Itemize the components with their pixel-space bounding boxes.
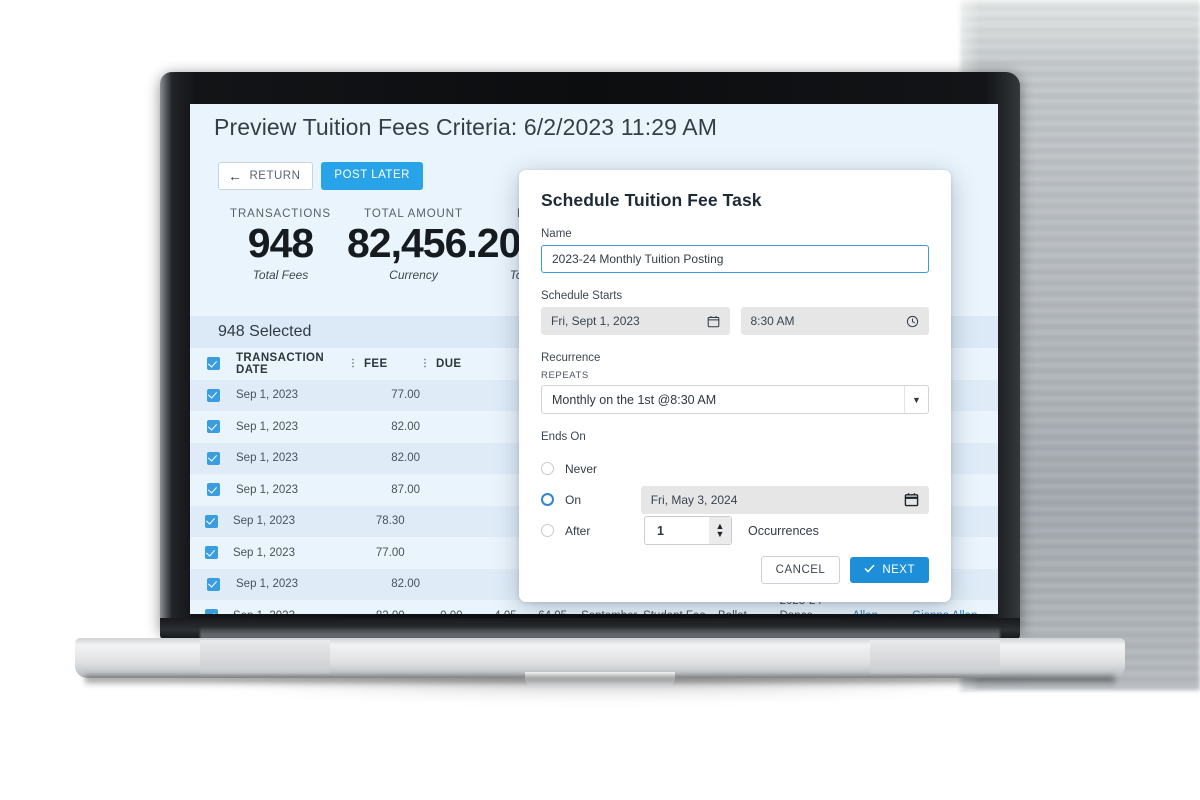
cell-fee: 82.00 bbox=[391, 452, 420, 465]
ends-on-never-option[interactable]: Never bbox=[541, 453, 929, 484]
cell-transaction-date: Sep 1, 2023 bbox=[233, 610, 338, 614]
row-checkbox[interactable] bbox=[190, 451, 236, 465]
name-input[interactable] bbox=[541, 245, 929, 273]
on-label: On bbox=[565, 492, 582, 507]
start-date-field[interactable]: Fri, Sept 1, 2023 bbox=[541, 307, 730, 335]
column-header-fee[interactable]: FEE bbox=[358, 358, 420, 370]
stepper-arrows[interactable]: ▲ ▼ bbox=[709, 517, 731, 544]
radio-never[interactable] bbox=[541, 462, 554, 475]
stat-label: TOTAL AMOUNT bbox=[364, 208, 463, 220]
return-button[interactable]: ← RETURN bbox=[218, 162, 314, 190]
page-title: Preview Tuition Fees Criteria: 6/2/2023 … bbox=[214, 114, 717, 140]
schedule-starts-row: Fri, Sept 1, 2023 8:30 AM bbox=[541, 307, 929, 335]
laptop-base-right bbox=[870, 640, 1000, 674]
cell-student[interactable]: Gianna Allen bbox=[912, 610, 998, 614]
repeats-select[interactable]: Monthly on the 1st @8:30 AM ▼ bbox=[541, 385, 929, 414]
laptop-base-shadow bbox=[85, 676, 1115, 686]
row-checkbox[interactable] bbox=[190, 546, 233, 560]
cell-adjustment: 4.05 bbox=[463, 610, 516, 614]
radio-on[interactable] bbox=[541, 493, 554, 506]
cancel-button[interactable]: CANCEL bbox=[760, 556, 841, 584]
post-later-button[interactable]: POST LATER bbox=[321, 162, 423, 190]
after-label: After bbox=[565, 523, 591, 538]
column-menu-icon[interactable]: ⋮ bbox=[420, 358, 430, 369]
column-menu-icon[interactable]: ⋮ bbox=[348, 358, 358, 369]
cell-transaction-date: Sep 1, 2023 bbox=[232, 515, 295, 528]
ends-on-date-option[interactable]: On Fri, May 3, 2024 bbox=[541, 484, 929, 515]
stat-value: 948 bbox=[247, 220, 314, 266]
dialog-actions: CANCEL NEXT bbox=[760, 556, 929, 584]
end-date-value: Fri, May 3, 2024 bbox=[650, 492, 738, 507]
occurrences-value: 1 bbox=[657, 523, 664, 538]
row-checkbox[interactable] bbox=[190, 577, 236, 591]
stat-transactions: TRANSACTIONS 948 Total Fees bbox=[214, 208, 347, 282]
stat-value: 82,456.20 bbox=[347, 220, 521, 266]
cell-fee: 82.00 bbox=[391, 578, 420, 591]
laptop-screen: Preview Tuition Fees Criteria: 6/2/2023 … bbox=[190, 104, 998, 614]
clock-icon[interactable] bbox=[906, 315, 919, 328]
cell-transaction-date: Sep 1, 2023 bbox=[236, 483, 299, 496]
cell-transaction-date: Sep 1, 2023 bbox=[236, 389, 299, 402]
schedule-tuition-fee-task-dialog: Schedule Tuition Fee Task Name Schedule … bbox=[519, 170, 951, 602]
cell-fee: 87.00 bbox=[391, 483, 420, 496]
radio-after[interactable] bbox=[541, 524, 554, 537]
cell-transaction-date: Sep 1, 2023 bbox=[236, 420, 299, 433]
cell-description: September, Student Fee bbox=[567, 610, 708, 614]
column-header-due[interactable]: DUE bbox=[430, 358, 492, 370]
ends-on-options: Never On Fri, May 3, 2024 After 1 ▲ ▼ Oc… bbox=[541, 453, 929, 546]
next-button[interactable]: NEXT bbox=[850, 557, 929, 583]
cell-fee: 77.00 bbox=[375, 546, 405, 559]
cell-transaction-date: Sep 1, 2023 bbox=[236, 452, 299, 465]
start-time-value: 8:30 AM bbox=[750, 314, 795, 328]
table-row[interactable]: Sep 1, 2023 82.00 0.00 4.05 64.05 Septem… bbox=[190, 595, 998, 614]
toolbar: ← RETURN POST LATER bbox=[218, 162, 423, 190]
caret-down-icon[interactable]: ▼ bbox=[716, 529, 725, 538]
screenshot-root: Preview Tuition Fees Criteria: 6/2/2023 … bbox=[0, 0, 1200, 800]
cell-total: 64.05 bbox=[517, 610, 567, 614]
check-icon bbox=[864, 564, 875, 576]
repeats-label: REPEATS bbox=[541, 370, 589, 381]
row-checkbox[interactable] bbox=[190, 483, 236, 497]
cell-due: 0.00 bbox=[405, 610, 462, 614]
select-all-checkbox[interactable] bbox=[190, 357, 236, 371]
cell-family[interactable]: Allen bbox=[852, 610, 912, 614]
name-label: Name bbox=[541, 228, 572, 240]
next-button-label: NEXT bbox=[882, 564, 915, 576]
occurrences-stepper[interactable]: 1 ▲ ▼ bbox=[644, 516, 732, 545]
start-date-value: Fri, Sept 1, 2023 bbox=[551, 314, 640, 328]
stat-total-amount: TOTAL AMOUNT 82,456.20 Currency bbox=[347, 208, 521, 283]
cell-transaction-date: Sep 1, 2023 bbox=[236, 578, 299, 591]
arrow-left-icon: ← bbox=[228, 168, 243, 184]
stat-label: TRANSACTIONS bbox=[230, 208, 331, 220]
row-checkbox[interactable] bbox=[190, 388, 236, 402]
row-checkbox[interactable] bbox=[190, 514, 233, 528]
dialog-title: Schedule Tuition Fee Task bbox=[541, 190, 762, 210]
stat-sublabel: Total Fees bbox=[252, 268, 309, 283]
start-time-field[interactable]: 8:30 AM bbox=[740, 307, 929, 335]
stat-sublabel: Currency bbox=[389, 268, 438, 283]
cell-fee: 82.00 bbox=[347, 610, 405, 614]
laptop-lid-edge bbox=[160, 72, 172, 632]
end-date-field[interactable]: Fri, May 3, 2024 bbox=[640, 485, 929, 514]
never-label: Never bbox=[565, 461, 598, 476]
cell-fee: 78.30 bbox=[375, 515, 405, 528]
recurrence-label: Recurrence bbox=[541, 352, 601, 364]
calendar-icon[interactable] bbox=[707, 315, 720, 328]
schedule-starts-label: Schedule Starts bbox=[541, 290, 623, 302]
return-button-label: RETURN bbox=[249, 170, 301, 182]
occurrences-label: Occurrences bbox=[748, 523, 819, 538]
cell-fee: 77.00 bbox=[391, 389, 420, 402]
row-checkbox[interactable] bbox=[190, 420, 236, 434]
laptop-base-left bbox=[200, 640, 330, 674]
row-checkbox[interactable] bbox=[190, 609, 233, 614]
column-header-transaction-date[interactable]: TRANSACTION DATE bbox=[236, 352, 348, 376]
cell-fee: 82.00 bbox=[391, 420, 420, 433]
ends-on-after-option[interactable]: After 1 ▲ ▼ Occurrences bbox=[541, 515, 929, 546]
calendar-icon[interactable] bbox=[904, 492, 919, 507]
cell-transaction-date: Sep 1, 2023 bbox=[232, 546, 295, 559]
ends-on-label: Ends On bbox=[541, 431, 586, 443]
repeats-selected-value: Monthly on the 1st @8:30 AM bbox=[552, 392, 717, 407]
cell-category: Ballet bbox=[708, 610, 780, 614]
chevron-down-icon[interactable]: ▼ bbox=[904, 386, 928, 413]
